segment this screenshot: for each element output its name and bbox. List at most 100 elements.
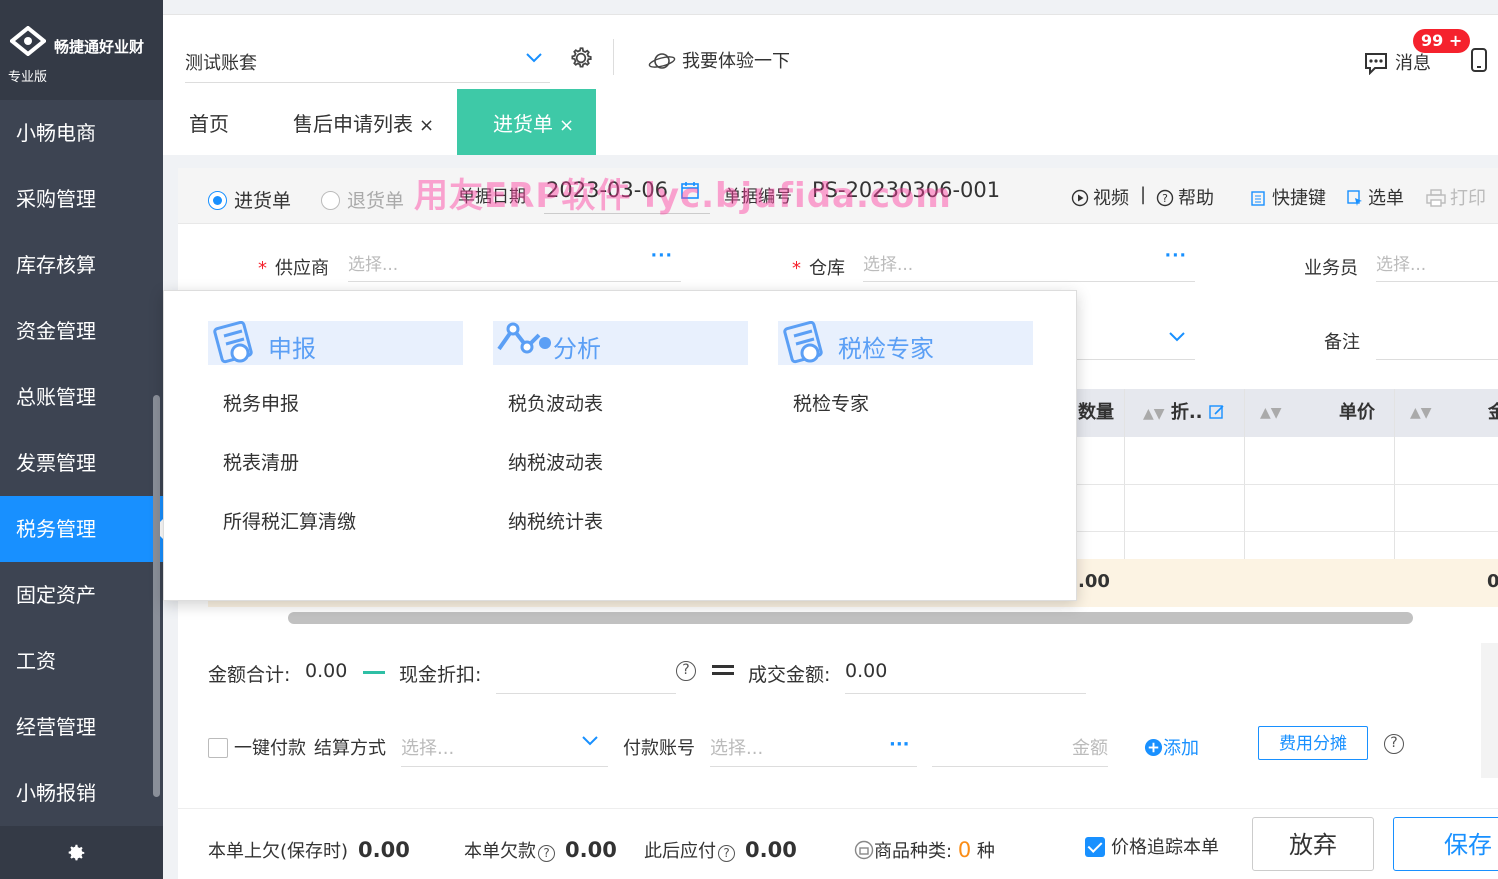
menu-group-declare: 申报 税务申报 税表清册 所得税汇算清缴	[208, 321, 463, 555]
after-pay-value: 0.00	[745, 838, 797, 862]
add-payment-link[interactable]: 添加	[1144, 734, 1199, 760]
cash-discount-label: 现金折扣:	[399, 664, 482, 686]
abandon-button[interactable]: 放弃	[1252, 817, 1374, 871]
tab-purchase-receipt[interactable]: 进货单 ×	[457, 89, 597, 155]
help-icon[interactable]: ?	[676, 661, 696, 681]
product-kinds-unit: 种	[976, 841, 995, 862]
plus-circle-icon	[1144, 738, 1163, 757]
settle-method-select[interactable]: 选择...	[401, 734, 454, 760]
help-icon[interactable]: ?	[1384, 734, 1404, 754]
account-settings-icon[interactable]	[568, 45, 594, 71]
cost-allocation-button[interactable]: 费用分摊	[1258, 726, 1368, 760]
select-doc-icon	[1347, 190, 1362, 206]
sidebar-item-salary[interactable]: 工资	[0, 628, 163, 694]
more-dots-icon[interactable]: ···	[1165, 246, 1187, 266]
sidebar-item-ledger[interactable]: 总账管理	[0, 364, 163, 430]
radio-dot	[208, 191, 227, 210]
settings-gear-icon[interactable]	[65, 842, 87, 864]
close-icon[interactable]: ×	[559, 115, 574, 136]
video-link[interactable]: 视频	[1071, 184, 1129, 210]
account-select[interactable]: 测试账套	[185, 41, 550, 83]
sidebar-item-purchase[interactable]: 采购管理	[0, 166, 163, 232]
tab-after-sales-list[interactable]: 售后申请列表 ×	[293, 89, 434, 155]
print-link[interactable]: 打印	[1426, 184, 1486, 210]
help-link[interactable]: ? 帮助	[1156, 184, 1214, 210]
shortcut-link[interactable]: 快捷键	[1250, 184, 1326, 210]
total-value: 0.00	[305, 660, 348, 682]
sidebar-item-invoice[interactable]: 发票管理	[0, 430, 163, 496]
panel-edge	[1481, 643, 1498, 778]
menu-item-income-tax-settlement[interactable]: 所得税汇算清缴	[223, 496, 463, 555]
sort-icon[interactable]: ▲▼	[1260, 389, 1282, 437]
cash-discount-input[interactable]	[496, 693, 676, 694]
select-doc-link[interactable]: 选单	[1346, 184, 1404, 210]
message-icon	[1365, 53, 1387, 76]
tax-check-icon	[783, 321, 823, 364]
equals-icon	[712, 665, 734, 675]
supplier-placeholder: 选择...	[348, 255, 399, 275]
supplier-input[interactable]: 选择... ···	[348, 242, 681, 282]
sidebar: 畅捷通好业财 专业版 小畅电商 采购管理 库存核算 资金管理 总账管理 发票管理…	[0, 0, 163, 879]
menu-group-tax-check: 税检专家 税检专家	[778, 321, 1033, 437]
radio-return[interactable]: 退货单	[321, 186, 404, 213]
this-owe-value: 0.00	[565, 838, 617, 862]
menu-item-tax-forms[interactable]: 税表清册	[223, 437, 463, 496]
warehouse-input[interactable]: 选择... ···	[863, 242, 1195, 282]
sidebar-item-reimburse[interactable]: 小畅报销	[0, 760, 163, 826]
col-discount[interactable]: ▲▼ 折..	[1143, 389, 1225, 437]
more-dots-icon[interactable]: ···	[889, 734, 910, 755]
menu-group-title: 税检专家	[838, 335, 934, 363]
salesman-input[interactable]: 选择...	[1376, 242, 1498, 282]
pay-amount-input[interactable]: 金额	[1072, 734, 1108, 760]
remark-input[interactable]	[1376, 320, 1498, 360]
tab-home[interactable]: 首页	[189, 89, 229, 155]
minus-icon	[363, 671, 385, 674]
save-button[interactable]: 保存	[1393, 817, 1498, 871]
help-icon[interactable]: ?	[718, 845, 735, 862]
menu-item-tax-declare[interactable]: 税务申报	[223, 378, 463, 437]
help-icon: ?	[1156, 189, 1174, 207]
radio-purchase[interactable]: 进货单	[208, 186, 291, 213]
menu-group-header: 申报	[208, 321, 463, 365]
sidebar-scrollbar[interactable]	[153, 395, 160, 797]
sidebar-item-funds[interactable]: 资金管理	[0, 298, 163, 364]
chevron-down-icon[interactable]	[580, 730, 600, 750]
pay-amount-underline	[932, 766, 1108, 767]
sidebar-item-tax[interactable]: 税务管理	[0, 496, 163, 562]
edit-icon[interactable]	[1209, 404, 1225, 420]
dropdown-field[interactable]	[1058, 320, 1195, 360]
message-count-badge: 99 +	[1413, 29, 1471, 53]
salesman-label: 业务员	[1304, 258, 1358, 279]
messages-label: 消息	[1395, 53, 1431, 74]
keyboard-icon	[1251, 191, 1265, 206]
menu-item-tax-check-expert[interactable]: 税检专家	[793, 378, 1033, 437]
deal-amount-value: 0.00	[845, 660, 888, 682]
sidebar-item-ecommerce[interactable]: 小畅电商	[0, 100, 163, 166]
radio-label: 退货单	[347, 190, 405, 212]
menu-item-tax-payment-fluctuation[interactable]: 纳税波动表	[508, 437, 748, 496]
sidebar-item-fixed-assets[interactable]: 固定资产	[0, 562, 163, 628]
table-hscrollbar[interactable]	[288, 612, 1413, 624]
close-icon[interactable]: ×	[419, 115, 434, 136]
divider	[613, 39, 614, 75]
salesman-placeholder: 选择...	[1376, 255, 1427, 275]
try-it-link[interactable]: 我要体验一下	[648, 47, 790, 73]
more-dots-icon[interactable]: ···	[651, 246, 673, 266]
sort-icon[interactable]: ▲▼	[1410, 389, 1432, 437]
bag-icon	[854, 840, 874, 860]
after-pay-label: 此后应付	[644, 841, 716, 862]
printer-icon	[1426, 189, 1446, 207]
messages-button[interactable]: 消息	[1363, 49, 1431, 76]
pay-account-input[interactable]: 选择...	[710, 734, 763, 760]
product-kinds-value: 0	[957, 838, 972, 862]
menu-item-tax-statistics[interactable]: 纳税统计表	[508, 496, 748, 555]
price-track-label: 价格追踪本单	[1111, 837, 1219, 858]
sidebar-item-inventory[interactable]: 库存核算	[0, 232, 163, 298]
one-click-pay-checkbox[interactable]: 一键付款	[208, 734, 306, 760]
price-track-checkbox[interactable]: 价格追踪本单	[1085, 833, 1219, 859]
menu-item-tax-burden-fluctuation[interactable]: 税负波动表	[508, 378, 748, 437]
mobile-icon[interactable]	[1469, 47, 1489, 73]
help-icon[interactable]: ?	[538, 845, 555, 862]
separator: |	[1140, 184, 1147, 205]
sidebar-item-operations[interactable]: 经营管理	[0, 694, 163, 760]
